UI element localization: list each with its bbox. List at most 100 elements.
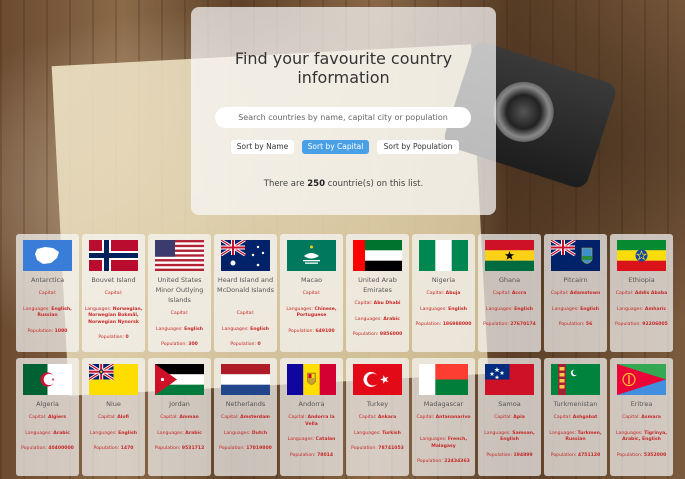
country-name: Samoa [498, 400, 521, 408]
country-languages-label: Languages: [223, 430, 252, 436]
country-card[interactable]: Niue Capital: Alofi Languages: English Popu… [82, 358, 145, 476]
country-capital-label: Capital: [426, 291, 446, 296]
country-languages: Languages: English [480, 307, 539, 314]
country-card[interactable]: Jordan Capital: Amman Languages: Arabic Pop… [148, 358, 211, 476]
country-population-label: Population: [417, 459, 445, 464]
country-name: United States Minor Outlying Islands [155, 276, 204, 304]
country-capital-value: Apia [513, 415, 525, 420]
country-card[interactable]: United Arab Emirates Capital: Abu Dhabi La… [346, 234, 409, 352]
country-capital: Capital: Ashgabat [546, 415, 605, 422]
country-population: Population: 56 [546, 322, 605, 329]
norway-flag [89, 240, 138, 271]
country-population-value: 186988000 [442, 322, 472, 327]
country-name: Pitcairn [563, 276, 588, 284]
country-capital-value: Andorra la Vella [305, 415, 335, 427]
country-capital-label: Capital: [160, 415, 180, 420]
country-count: 250 [307, 179, 325, 189]
country-capital-label: Capital: [302, 291, 321, 296]
country-card[interactable]: Turkmenistan Capital: Ashgabat Languages: … [544, 358, 607, 476]
country-card[interactable]: Macao Capital: Languages: Chinese, Portug… [280, 234, 343, 352]
country-languages-value: Arabic [185, 430, 202, 436]
country-card[interactable]: Ghana Capital: Accra Languages: English Pop… [478, 234, 541, 352]
country-count-text: There are 250 countrie(s) on this list. [191, 179, 496, 189]
madagascar-flag [419, 364, 468, 395]
page-title: Find your favourite country information [234, 49, 453, 87]
country-languages: Languages: English [84, 431, 143, 438]
country-languages-label: Languages: [616, 306, 645, 312]
country-population-value: 22434363 [444, 459, 470, 464]
country-population-label: Population: [615, 322, 643, 327]
country-languages-label: Languages: [549, 430, 578, 436]
country-card[interactable]: Pitcairn Capital: Adamstown Languages: Eng… [544, 234, 607, 352]
country-card[interactable]: Algeria Capital: Algiers Languages: Arabic… [16, 358, 79, 476]
country-capital: Capital: Adamstown [546, 291, 605, 298]
nigeria-flag [419, 240, 468, 271]
country-capital: Capital: Amsterdam [216, 415, 275, 422]
country-languages-value: Turkish [382, 430, 401, 436]
country-name: Eritrea [630, 400, 653, 408]
country-languages-label: Languages: [90, 430, 119, 436]
country-languages: Languages: English, Russian [18, 307, 77, 320]
country-languages-value: English [580, 306, 599, 312]
country-capital: Capital: Accra [480, 291, 539, 298]
country-name: Algeria [36, 400, 59, 408]
country-population-label: Population: [154, 446, 182, 451]
country-capital: Capital: Algiers [18, 415, 77, 422]
country-population-label: Population: [483, 322, 511, 327]
country-languages: Languages: Arabic [18, 431, 77, 438]
country-capital: Capital: Asmara [612, 415, 671, 422]
sort-by-capital-button[interactable]: Sort by Capital [302, 140, 369, 154]
country-card[interactable]: Madagascar Capital: Antananarivo Languages… [412, 358, 475, 476]
country-languages: Languages: Turkmen, Russian [546, 431, 605, 444]
country-card[interactable]: Turkey Capital: Ankara Languages: Turkish P… [346, 358, 409, 476]
country-languages: Languages: Catalan [282, 437, 341, 444]
country-name: Macao [300, 276, 323, 284]
country-capital-value: Addis Ababa [634, 291, 668, 296]
country-capital-label: Capital: [622, 415, 642, 420]
country-languages-value: Amharic [644, 306, 667, 312]
country-population-label: Population: [351, 446, 379, 451]
country-languages-value: English [118, 430, 137, 436]
country-card[interactable]: Antarctica Capital: Languages: English, R… [16, 234, 79, 352]
eritrea-flag [617, 364, 666, 395]
country-card[interactable]: Ethiopia Capital: Addis Ababa Languages: A… [610, 234, 673, 352]
country-languages: Languages: Amharic [612, 307, 671, 314]
country-name: Madagascar [423, 400, 464, 408]
country-capital: Capital: [282, 291, 341, 298]
country-card[interactable]: Heard Island and McDonald Islands Capital… [214, 234, 277, 352]
country-capital: Capital: Andorra la Vella [282, 415, 341, 428]
country-capital: Capital: Amman [150, 415, 209, 422]
country-capital-label: Capital: [288, 415, 308, 420]
country-card[interactable]: Netherlands Capital: Amsterdam Languages: … [214, 358, 277, 476]
country-languages-label: Languages: [286, 306, 315, 312]
country-capital-label: Capital: [236, 311, 255, 316]
country-population: Population: 4751120 [546, 453, 605, 460]
country-population-label: Population: [558, 322, 586, 327]
country-population: Population: 1000 [18, 329, 77, 336]
search-input[interactable] [215, 107, 471, 128]
country-card[interactable]: Samoa Capital: Apia Languages: Samoan, Eng… [478, 358, 541, 476]
sort-by-name-button[interactable]: Sort by Name [231, 140, 294, 154]
country-card[interactable]: Eritrea Capital: Asmara Languages: Tigriny… [610, 358, 673, 476]
country-card[interactable]: Nigeria Capital: Abuja Languages: English P… [412, 234, 475, 352]
country-population-value: 0 [125, 335, 129, 340]
country-population: Population: 22434363 [414, 459, 473, 466]
country-capital-label: Capital: [494, 415, 514, 420]
country-capital-value: Adamstown [569, 291, 601, 296]
sort-by-population-button[interactable]: Sort by Population [377, 140, 459, 154]
count-prefix: There are [263, 179, 305, 189]
country-name: Netherlands [225, 400, 266, 408]
country-capital-value: Accra [511, 291, 527, 296]
country-population-label: Population: [219, 446, 247, 451]
country-card[interactable]: United States Minor Outlying Islands Capi… [148, 234, 211, 352]
country-population: Population: 78741053 [348, 446, 407, 453]
ghana-flag [485, 240, 534, 271]
country-capital-value: Algiers [48, 415, 67, 420]
country-population-value: 300 [188, 342, 198, 347]
country-capital: Capital: Abu Dhabi [348, 301, 407, 308]
country-population-value: 78014 [317, 452, 334, 458]
country-card[interactable]: Andorra Capital: Andorra la Vella Language… [280, 358, 343, 476]
country-languages-value: Dutch [251, 430, 268, 436]
country-card[interactable]: Bouvet Island Capital: Languages: Norwegi… [82, 234, 145, 352]
country-population-value: 92206005 [642, 322, 668, 327]
